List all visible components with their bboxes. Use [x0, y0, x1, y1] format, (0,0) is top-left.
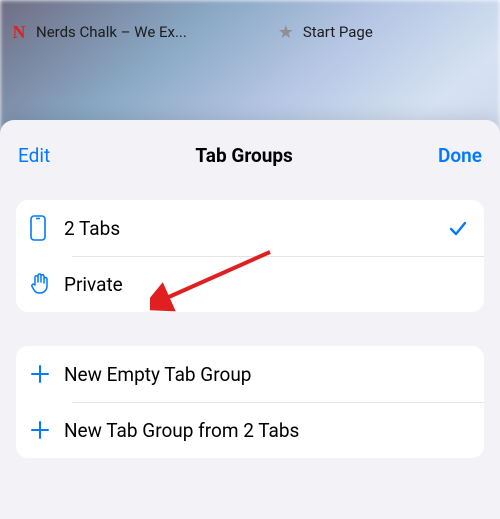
browser-tab-1[interactable]: ★ Start Page — [277, 23, 373, 41]
tab-group-actions: New Empty Tab Group New Tab Group from 2… — [16, 346, 484, 458]
browser-tab-strip: N Nerds Chalk – We Ex... ★ Start Page — [0, 0, 500, 56]
done-button[interactable]: Done — [438, 144, 482, 167]
favicon-n-icon: N — [10, 23, 28, 41]
favicon-star-icon: ★ — [277, 23, 295, 41]
hand-icon — [30, 272, 64, 296]
new-empty-tab-group[interactable]: New Empty Tab Group — [16, 346, 484, 402]
action-label: New Tab Group from 2 Tabs — [64, 419, 468, 442]
device-icon — [30, 215, 64, 241]
tab-group-label: 2 Tabs — [64, 217, 440, 240]
plus-icon — [30, 364, 64, 384]
tab-group-label: Private — [64, 273, 440, 296]
edit-button[interactable]: Edit — [18, 144, 50, 167]
tab-group-private[interactable]: Private — [16, 256, 484, 312]
tab-groups-list: 2 Tabs Private — [16, 200, 484, 312]
tab-group-2tabs[interactable]: 2 Tabs — [16, 200, 484, 256]
action-label: New Empty Tab Group — [64, 363, 468, 386]
tab-groups-sheet: Edit Tab Groups Done 2 Tabs — [0, 120, 500, 519]
plus-icon — [30, 420, 64, 440]
browser-tab-title: Nerds Chalk – We Ex... — [36, 23, 187, 41]
browser-tab-title: Start Page — [303, 23, 373, 41]
browser-tab-0[interactable]: N Nerds Chalk – We Ex... — [10, 23, 187, 41]
sheet-header: Edit Tab Groups Done — [0, 120, 500, 190]
sheet-title: Tab Groups — [195, 144, 292, 167]
checkmark-icon — [440, 218, 468, 238]
new-tab-group-from-tabs[interactable]: New Tab Group from 2 Tabs — [16, 402, 484, 458]
